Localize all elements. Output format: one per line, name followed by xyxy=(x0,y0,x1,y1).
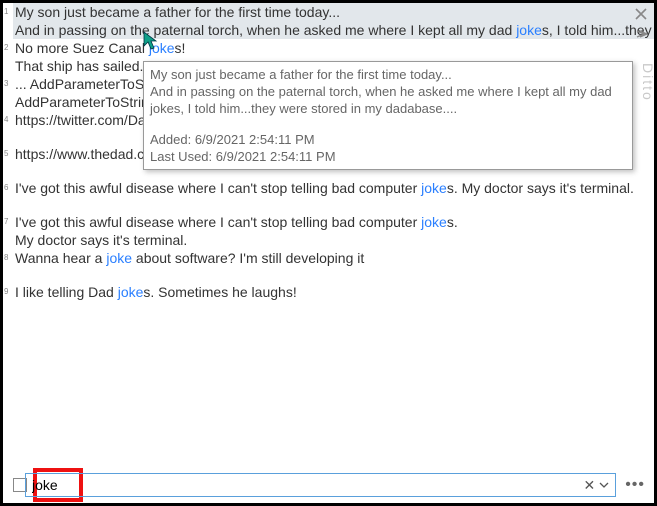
clip-entry[interactable]: 7I've got this awful disease where I can… xyxy=(13,213,654,249)
tooltip-line: And in passing on the paternal torch, wh… xyxy=(150,83,626,117)
entry-number: 6 xyxy=(4,179,8,197)
clip-entry[interactable]: 9I like telling Dad jokes. Sometimes he … xyxy=(13,283,654,301)
expand-icon[interactable] xyxy=(634,27,648,41)
entry-number: 9 xyxy=(4,283,8,301)
entry-line: And in passing on the paternal torch, wh… xyxy=(13,21,654,39)
entry-number: 5 xyxy=(4,145,8,163)
search-input[interactable] xyxy=(30,477,581,493)
close-icon[interactable] xyxy=(634,7,648,21)
app-brand: Ditto xyxy=(640,63,656,102)
entry-line: My son just became a father for the firs… xyxy=(13,3,654,21)
entry-line: I like telling Dad jokes. Sometimes he l… xyxy=(13,283,654,301)
cursor-icon xyxy=(143,31,159,54)
search-highlight: joke xyxy=(106,250,132,266)
entry-number: 8 xyxy=(4,249,8,267)
clip-entry[interactable]: 1My son just became a father for the fir… xyxy=(13,3,654,39)
entry-number: 7 xyxy=(4,213,8,231)
entry-line: No more Suez Canal jokes! xyxy=(13,39,654,57)
entry-line: I've got this awful disease where I can'… xyxy=(13,213,654,231)
entry-number: 1 xyxy=(4,3,8,21)
clip-entry[interactable]: 6I've got this awful disease where I can… xyxy=(13,179,654,197)
clear-search-icon[interactable]: ✕ xyxy=(581,477,597,494)
search-highlight: joke xyxy=(421,180,447,196)
preview-tooltip: My son just became a father for the firs… xyxy=(143,61,633,170)
search-dropdown-icon[interactable] xyxy=(597,477,611,493)
search-field[interactable]: ✕ xyxy=(25,473,616,497)
entry-line: I've got this awful disease where I can'… xyxy=(13,179,654,197)
search-bar: ✕ ••• xyxy=(3,471,654,503)
more-menu-icon[interactable]: ••• xyxy=(622,476,648,494)
entry-line: Wanna hear a joke about software? I'm st… xyxy=(13,249,654,267)
entry-number: 2 xyxy=(4,39,8,57)
search-highlight: joke xyxy=(118,284,144,300)
entry-number: 4 xyxy=(4,111,8,129)
tooltip-line: My son just became a father for the firs… xyxy=(150,66,626,83)
search-highlight: joke xyxy=(516,22,542,38)
tooltip-added: Added: 6/9/2021 2:54:11 PM xyxy=(150,131,626,148)
window-controls xyxy=(634,7,648,41)
clip-entry[interactable]: 8Wanna hear a joke about software? I'm s… xyxy=(13,249,654,267)
tooltip-lastused: Last Used: 6/9/2021 2:54:11 PM xyxy=(150,148,626,165)
entry-number: 3 xyxy=(4,75,8,93)
entry-line: My doctor says it's terminal. xyxy=(13,231,654,249)
search-highlight: joke xyxy=(421,214,447,230)
